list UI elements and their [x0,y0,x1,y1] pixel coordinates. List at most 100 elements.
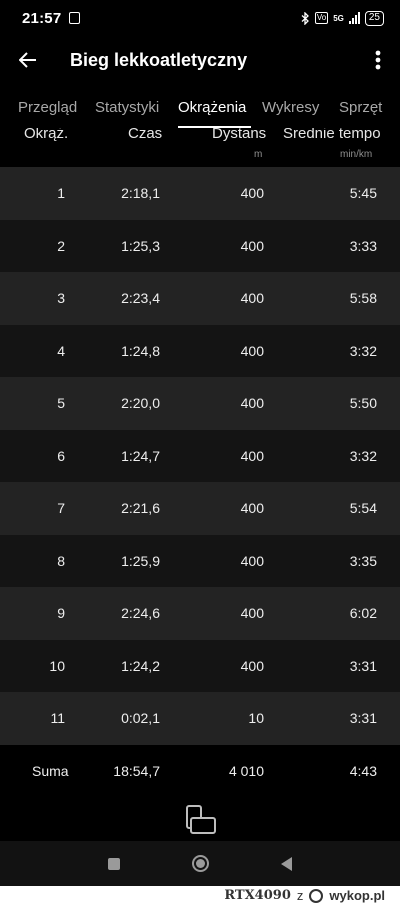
lap-number: 2 [57,237,65,254]
table-row[interactable]: 5 2:20,0 400 5:50 [0,377,400,430]
watermark-domain: wykop.pl [329,888,385,903]
lap-time: 2:23,4 [121,290,160,307]
tab-statistics[interactable]: Statystyki [95,88,159,128]
total-distance: 4 010 [228,762,264,779]
lap-number: 9 [57,605,65,622]
bluetooth-icon [301,11,309,25]
table-row[interactable]: 8 1:25,9 400 3:35 [0,534,400,587]
lap-pace: 3:33 [349,237,377,254]
lap-time: 2:20,0 [121,395,160,412]
home-icon [191,855,209,872]
status-icons: Vo 5G 25 [301,10,384,26]
lap-distance: 400 [240,290,264,307]
lap-pace: 3:31 [349,657,377,674]
lap-number: 10 [49,657,65,674]
lap-number: 1 [57,185,65,202]
lap-distance: 400 [240,185,264,202]
lap-distance: 400 [240,447,264,464]
table-row[interactable]: 6 1:24,7 400 3:32 [0,429,400,482]
lap-time: 1:25,3 [121,237,160,254]
table-row[interactable]: 10 1:24,2 400 3:31 [0,639,400,692]
table-row[interactable]: 11 0:02,1 10 3:31 [0,692,400,745]
lap-time: 1:24,8 [121,342,160,359]
notification-icon [69,12,81,24]
app-bar: Bieg lekkoatletyczny [0,36,400,84]
table-row[interactable]: 2 1:25,3 400 3:33 [0,219,400,272]
lap-number: 4 [57,342,65,359]
tab-gear[interactable]: Sprzęt [339,88,382,128]
tab-laps[interactable]: Okrążenia [178,88,246,128]
lap-time: 2:21,6 [121,500,160,517]
tab-bar: Przegląd Statystyki Okrążenia Wykresy Sp… [0,88,400,128]
lap-number: 3 [57,290,65,307]
battery-level: 25 [368,12,380,23]
lap-time: 1:24,2 [121,657,160,674]
lap-number: 7 [57,500,65,517]
table-row[interactable]: 7 2:21,6 400 5:54 [0,482,400,535]
lap-pace: 5:45 [349,185,377,202]
lap-distance: 400 [240,395,264,412]
lap-pace: 5:54 [349,500,377,517]
back-button[interactable] [0,36,56,84]
lap-pace: 3:32 [349,342,377,359]
signal-icon [348,12,360,24]
watermark: RTX4090 z wykop.pl [224,888,385,903]
header-lap: Okrąż. [24,128,69,142]
more-options-button[interactable] [356,36,400,84]
page-title: Bieg lekkoatletyczny [70,49,248,70]
lap-number: 6 [57,447,65,464]
screen-rotate-icon [186,805,216,834]
tab-overview[interactable]: Przegląd [18,88,77,128]
header-pace-unit: min/km [340,149,373,160]
lap-distance: 10 [248,710,264,727]
header-distance-unit: m [254,149,263,160]
wykop-logo-icon [309,888,324,903]
lap-pace: 5:50 [349,395,377,412]
watermark-separator: z [296,888,304,903]
lap-number: 5 [57,395,65,412]
recents-button[interactable] [92,841,136,886]
lap-pace: 3:31 [349,710,377,727]
header-distance: Dystans [212,128,267,142]
lap-distance: 400 [240,342,264,359]
header-pace: Średnie tempo [283,128,381,142]
more-vertical-icon [375,50,381,70]
lap-time: 1:24,7 [121,447,160,464]
table-row[interactable]: 4 1:24,8 400 3:32 [0,324,400,377]
rotate-screen-button[interactable] [180,800,220,840]
total-row: Suma 18:54,7 4 010 4:43 [0,744,400,797]
lap-time: 2:24,6 [121,605,160,622]
lap-time: 1:25,9 [121,552,160,569]
lap-distance: 400 [240,552,264,569]
tab-charts[interactable]: Wykresy [262,88,319,128]
home-button[interactable] [178,841,222,886]
lap-distance: 400 [240,605,264,622]
back-nav-button[interactable] [264,841,308,886]
lap-time: 0:02,1 [121,710,160,727]
total-pace: 4:43 [349,762,377,779]
lap-distance: 400 [240,500,264,517]
lap-number: 11 [50,710,65,727]
status-bar: 21:57 Vo 5G 25 [0,0,400,36]
system-nav-bar [0,841,400,886]
watermark-user: RTX4090 [224,888,291,903]
watermark-bar: RTX4090 z wykop.pl [0,886,400,908]
table-row[interactable]: 9 2:24,6 400 6:02 [0,587,400,640]
status-time: 21:57 [22,9,62,27]
volte-badge: Vo [314,12,329,24]
lap-time: 2:18,1 [121,185,160,202]
lap-pace: 5:58 [349,290,377,307]
network-badge: 5G [333,13,344,23]
lap-pace: 6:02 [349,605,377,622]
back-triangle-icon [280,856,292,871]
laps-table: 1 2:18,1 400 5:45 2 1:25,3 400 3:33 3 2:… [0,167,400,797]
battery-indicator: 25 [364,10,384,26]
lap-pace: 3:32 [349,447,377,464]
table-row[interactable]: 3 2:23,4 400 5:58 [0,272,400,325]
table-header: Okrąż. Czas Dystans m Średnie tempo min/… [0,128,400,167]
lap-distance: 400 [240,237,264,254]
table-row[interactable]: 1 2:18,1 400 5:45 [0,167,400,220]
total-time: 18:54,7 [113,762,160,779]
lap-distance: 400 [240,657,264,674]
header-time: Czas [128,128,163,142]
